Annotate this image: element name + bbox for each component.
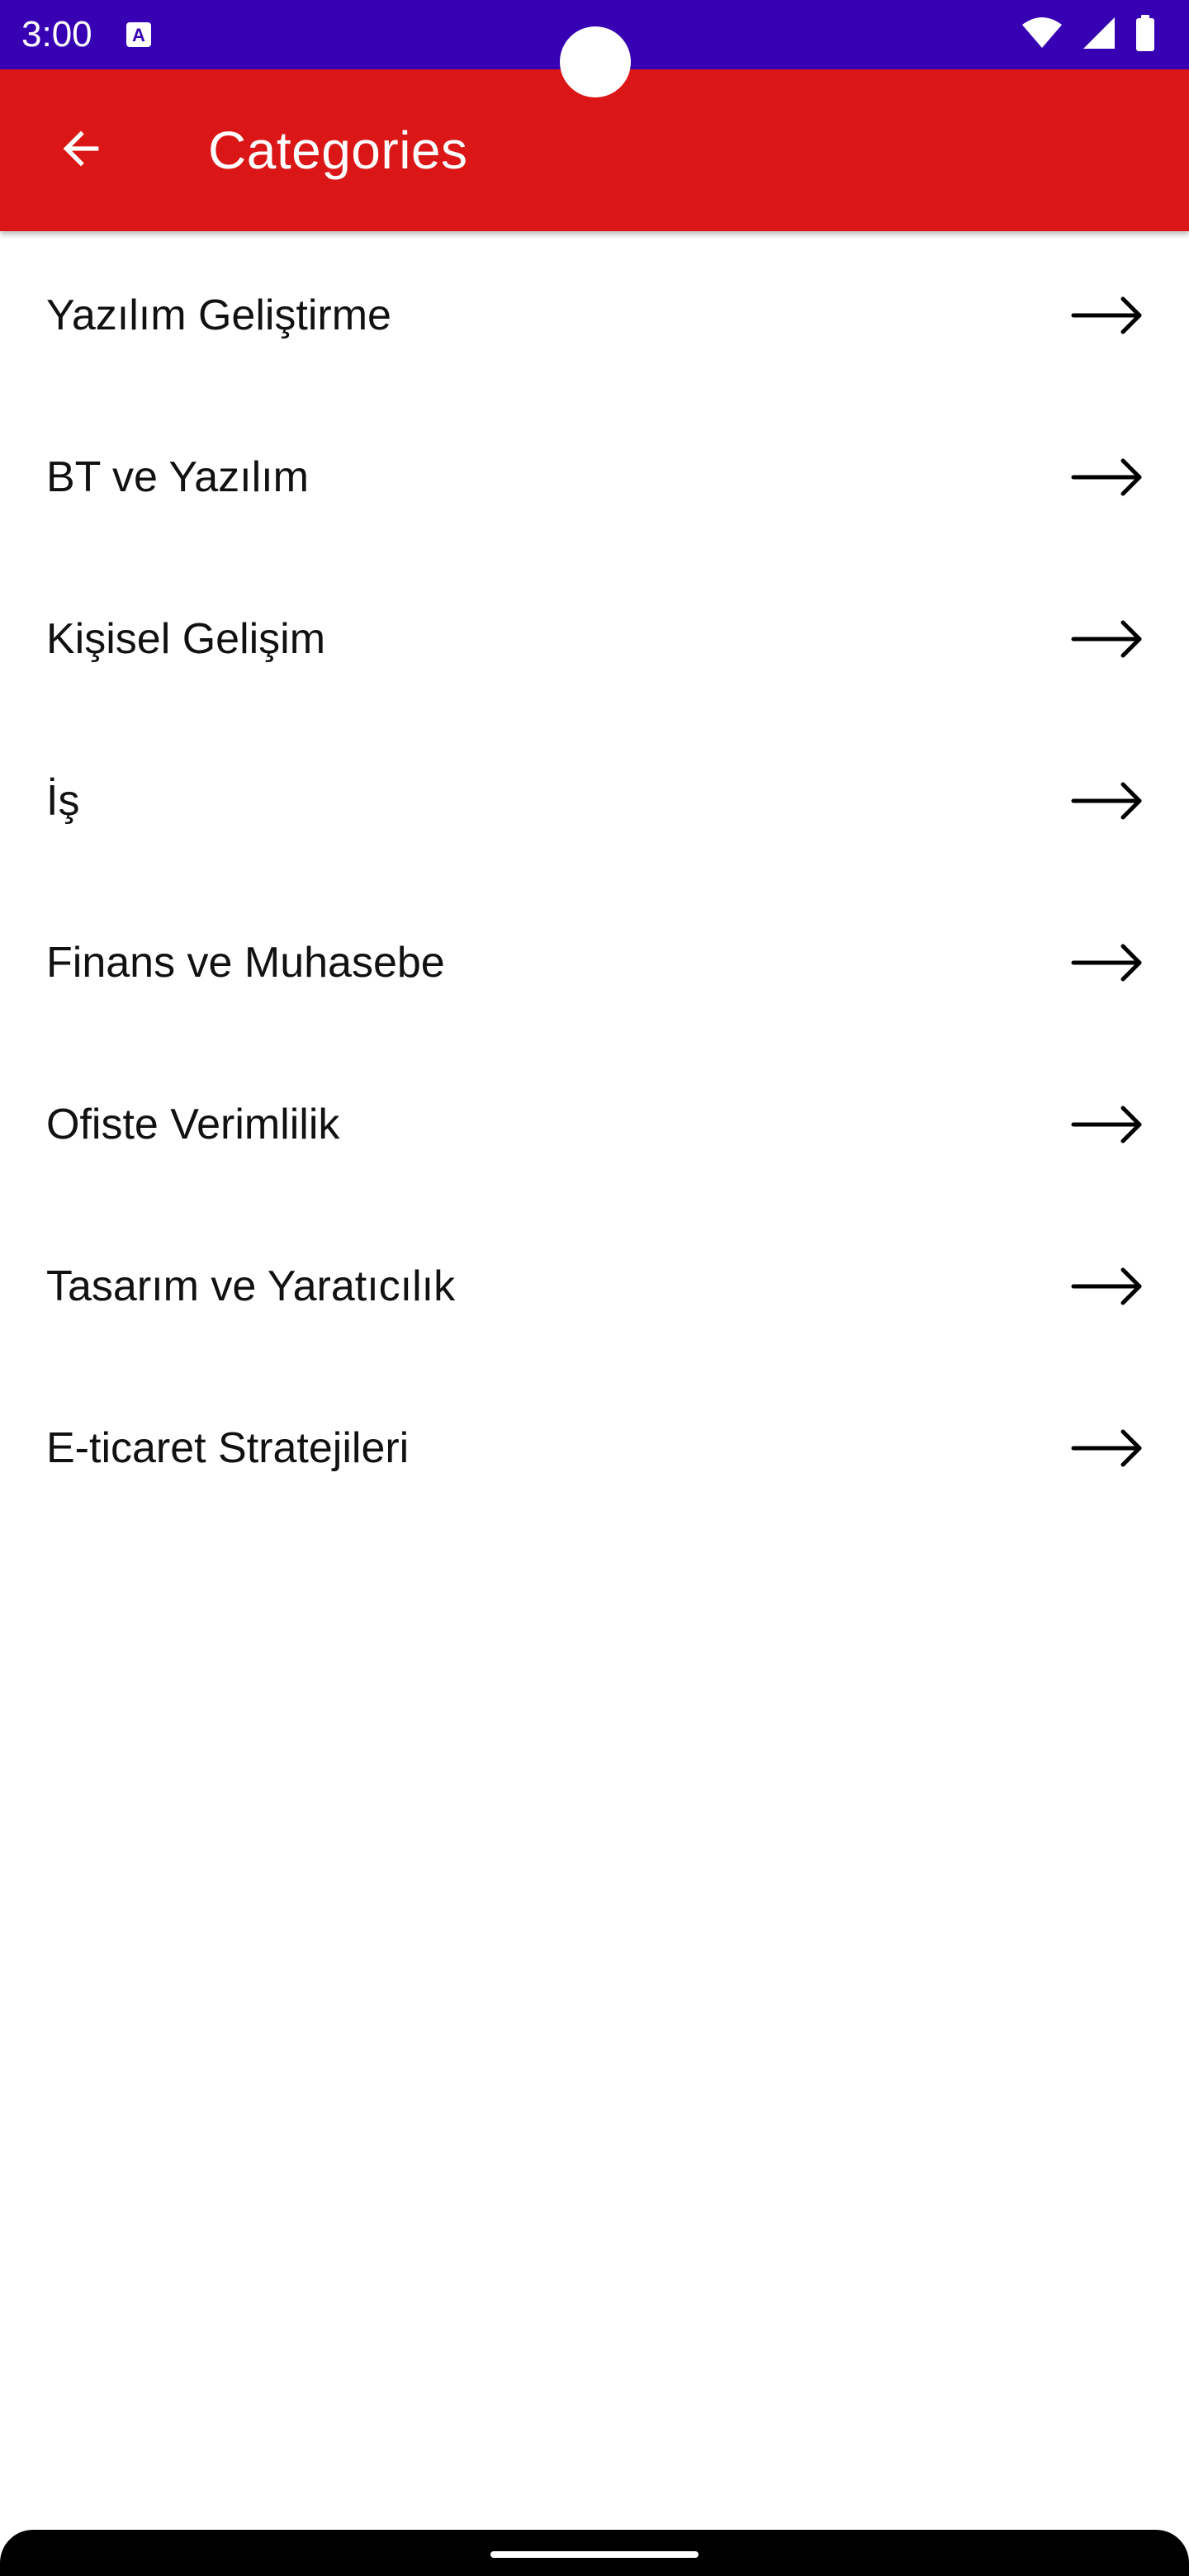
category-label: BT ve Yazılım <box>46 453 309 501</box>
category-item[interactable]: Ofiste Verimlilik <box>0 1044 1189 1205</box>
arrow-right-icon <box>1070 776 1144 826</box>
category-item[interactable]: Yazılım Geliştirme <box>0 234 1189 396</box>
page-title: Categories <box>208 121 468 180</box>
category-item[interactable]: BT ve Yazılım <box>0 396 1189 558</box>
cellular-signal-icon <box>1082 16 1116 54</box>
home-gesture-handle[interactable] <box>490 2551 699 2558</box>
category-item[interactable]: E-ticaret Stratejileri <box>0 1367 1189 1529</box>
category-list: Yazılım Geliştirme BT ve Yazılım Kişisel… <box>0 234 1189 1529</box>
arrow-right-icon <box>1070 1423 1144 1473</box>
camera-cutout <box>560 26 631 97</box>
category-label: Finans ve Muhasebe <box>46 939 445 987</box>
arrow-right-icon <box>1070 1100 1144 1149</box>
arrow-right-icon <box>1070 938 1144 987</box>
category-label: Yazılım Geliştirme <box>46 291 391 339</box>
status-time: 3:00 <box>21 14 92 54</box>
category-item[interactable]: İş <box>0 720 1189 882</box>
category-label: İş <box>46 777 80 825</box>
category-label: Tasarım ve Yaratıcılık <box>46 1262 456 1310</box>
arrow-back-icon <box>54 122 107 179</box>
category-label: Kişisel Gelişim <box>46 615 326 663</box>
arrow-right-icon <box>1070 291 1144 340</box>
status-icons <box>1021 14 1156 55</box>
arrow-right-icon <box>1070 614 1144 664</box>
wifi-icon <box>1021 17 1063 54</box>
accessibility-a-icon: A <box>126 21 152 48</box>
navigation-bar <box>0 2530 1189 2576</box>
category-item[interactable]: Finans ve Muhasebe <box>0 882 1189 1044</box>
category-label: Ofiste Verimlilik <box>46 1101 340 1148</box>
category-item[interactable]: Kişisel Gelişim <box>0 558 1189 720</box>
back-button[interactable] <box>43 112 119 188</box>
app-screen: 3:00 A Categories Yazılım Geliştirme BT … <box>0 0 1189 2576</box>
svg-text:A: A <box>132 25 145 45</box>
arrow-right-icon <box>1070 1262 1144 1311</box>
arrow-right-icon <box>1070 452 1144 502</box>
category-item[interactable]: Tasarım ve Yaratıcılık <box>0 1205 1189 1367</box>
category-label: E-ticaret Stratejileri <box>46 1424 410 1472</box>
battery-icon <box>1135 14 1156 55</box>
